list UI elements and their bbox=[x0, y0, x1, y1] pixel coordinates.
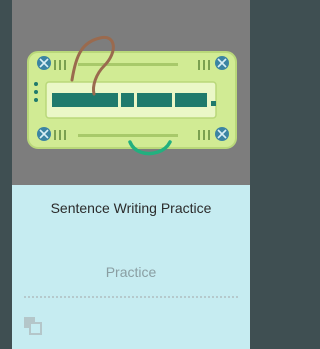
sentence-writing-card[interactable]: Sentence Writing Practice Practice bbox=[12, 0, 250, 349]
overlapping-squares-icon bbox=[24, 317, 42, 335]
sentence-bar bbox=[52, 93, 216, 107]
circuit-sentence-board-illustration bbox=[27, 35, 237, 156]
card-thumbnail bbox=[12, 0, 250, 185]
practice-button[interactable]: Practice bbox=[12, 264, 250, 280]
card-title: Sentence Writing Practice bbox=[50, 200, 212, 216]
divider bbox=[24, 296, 238, 298]
